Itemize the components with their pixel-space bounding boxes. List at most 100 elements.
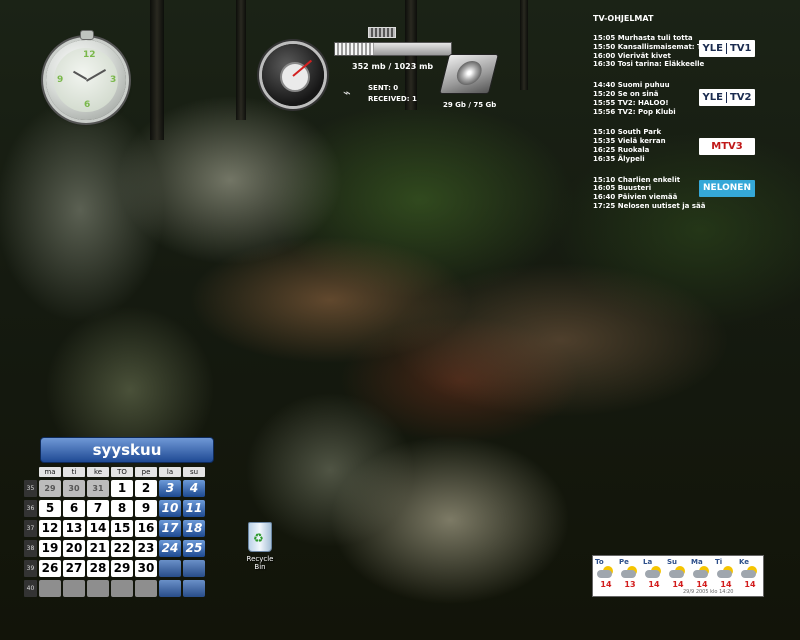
calendar-month[interactable]: syyskuu [40, 437, 214, 463]
weather-timestamp: 29/9 2005 klo 14:20 [683, 589, 734, 595]
calendar-day[interactable]: 13 [63, 520, 85, 537]
calendar-day[interactable]: 8 [111, 500, 133, 517]
program-line[interactable]: 15:05 Murhasta tuli totta [593, 34, 793, 43]
weather-day: Ti 14 [715, 558, 737, 589]
calendar-week-number: 38 [24, 540, 37, 557]
calendar-day[interactable]: 7 [87, 500, 109, 517]
calendar-day[interactable]: 10 [159, 500, 181, 517]
calendar-day[interactable]: 15 [111, 520, 133, 537]
sun-cloud-icon [739, 566, 761, 580]
calendar-day [183, 580, 205, 597]
cpu-gauge[interactable] [262, 44, 324, 106]
clock-number: 12 [83, 50, 96, 60]
program-line[interactable]: 15:50 Kansallismaisemat: Tapiola [593, 43, 793, 52]
tv-listings-gadget: TV-OHJELMAT 15:05 Murhasta tuli totta 15… [593, 14, 793, 223]
memory-text: 352 mb / 1023 mb [352, 62, 434, 71]
weather-day: Ma 14 [691, 558, 713, 589]
channel-block: 14:40 Suomi puhuu 15:20 Se on sinä 15:55… [593, 81, 793, 116]
calendar-day[interactable]: 2 [135, 480, 157, 497]
program-line[interactable]: 15:56 TV2: Pop Klubi [593, 108, 793, 117]
nelonen-logo[interactable]: NELONEN [699, 179, 755, 197]
program-line[interactable]: 16:35 Älypeli [593, 155, 793, 164]
program-line[interactable]: 15:10 Charlien enkelit [593, 176, 793, 185]
calendar-day[interactable]: 26 [39, 560, 61, 577]
logo-text: YLE [702, 92, 723, 104]
calendar-day[interactable]: 1 [111, 480, 133, 497]
calendar-day[interactable]: 19 [39, 540, 61, 557]
calendar-day[interactable]: 24 [159, 540, 181, 557]
recycle-bin[interactable]: ♻ Recycle Bin [240, 522, 280, 571]
weather-gadget[interactable]: To 14 Pe 13 La 14 Su 14 Ma 14 Ti 14 Ke 14 29/9 2005 k… [592, 555, 764, 597]
recycle-bin-icon: ♻ [248, 522, 272, 552]
clock-gadget[interactable]: 12 3 6 9 [46, 30, 126, 120]
calendar-day[interactable]: 12 [39, 520, 61, 537]
calendar-day[interactable]: 11 [183, 500, 205, 517]
calendar-day[interactable]: 29 [39, 480, 61, 497]
calendar-day[interactable]: 5 [39, 500, 61, 517]
clock-number: 3 [110, 75, 117, 85]
yle-tv1-logo[interactable]: YLE TV1 [699, 40, 755, 57]
calendar-day [39, 580, 61, 597]
program-line[interactable]: 14:40 Suomi puhuu [593, 81, 793, 90]
calendar-day[interactable]: 31 [87, 480, 109, 497]
network-icon: ⌁ [343, 86, 351, 101]
calendar-gadget: syyskuu ma ti ke TO pe la su 35 29 30 31 1 2 3 4 36 5 6 7 8… [24, 437, 218, 597]
sun-cloud-icon [619, 566, 641, 580]
program-line[interactable]: 16:30 Tosi tarina: Eläkkeelle [593, 60, 793, 69]
yle-tv2-logo[interactable]: YLE TV2 [699, 89, 755, 107]
calendar-week-number: 37 [24, 520, 37, 537]
calendar-day[interactable]: 23 [135, 540, 157, 557]
calendar-day[interactable]: 22 [111, 540, 133, 557]
calendar-day[interactable]: 3 [159, 480, 181, 497]
mtv3-logo[interactable]: MTV3 [699, 138, 755, 156]
weather-day-label: Pe [619, 558, 629, 566]
calendar-day[interactable]: 9 [135, 500, 157, 517]
calendar-day[interactable]: 18 [183, 520, 205, 537]
program-line[interactable]: 17:25 Nelosen uutiset ja sää [593, 202, 793, 211]
calendar-day[interactable]: 30 [63, 480, 85, 497]
calendar-week-number: 36 [24, 500, 37, 517]
calendar-day [183, 560, 205, 577]
calendar-day[interactable]: 4 [183, 480, 205, 497]
ram-icon [368, 27, 396, 38]
hard-disk-icon[interactable] [439, 54, 499, 94]
weather-temperature: 14 [720, 580, 732, 589]
calendar-day[interactable]: 16 [135, 520, 157, 537]
sun-cloud-icon [667, 566, 689, 580]
calendar-day[interactable]: 17 [159, 520, 181, 537]
program-line[interactable]: 16:05 Buusteri [593, 184, 793, 193]
calendar-day[interactable]: 21 [87, 540, 109, 557]
program-line[interactable]: 16:00 Vierivät kivet [593, 52, 793, 61]
program-line[interactable]: 16:25 Ruokala [593, 146, 793, 155]
weather-day-label: Ke [739, 558, 750, 566]
calendar-day[interactable]: 27 [63, 560, 85, 577]
channel-block: 15:10 Charlien enkelit 16:05 Buusteri 16… [593, 176, 793, 211]
calendar-day[interactable]: 28 [87, 560, 109, 577]
calendar-day [159, 560, 181, 577]
calendar-day[interactable]: 29 [111, 560, 133, 577]
weather-temperature: 14 [696, 580, 708, 589]
program-line[interactable]: 15:20 Se on sinä [593, 90, 793, 99]
logo-text: TV2 [729, 92, 752, 104]
weather-temperature: 14 [672, 580, 684, 589]
program-line[interactable]: 15:35 Vielä kerran [593, 137, 793, 146]
program-line[interactable]: 15:55 TV2: HALOO! [593, 99, 793, 108]
calendar-corner [24, 467, 37, 477]
tree-trunk [520, 0, 528, 90]
clock-crown [80, 30, 94, 40]
program-line[interactable]: 15:10 South Park [593, 128, 793, 137]
calendar-day[interactable]: 14 [87, 520, 109, 537]
logo-text: TV1 [729, 43, 752, 54]
calendar-day[interactable]: 20 [63, 540, 85, 557]
channel-block: 15:05 Murhasta tuli totta 15:50 Kansalli… [593, 34, 793, 69]
logo-text: MTV3 [711, 141, 743, 153]
calendar-grid: ma ti ke TO pe la su 35 29 30 31 1 2 3 4 36 5 6 7 8 9 10 11 37 1… [24, 467, 218, 597]
logo-text: YLE [702, 43, 723, 54]
calendar-day[interactable]: 25 [183, 540, 205, 557]
weather-day-label: Ti [715, 558, 723, 566]
sun-cloud-icon [595, 566, 617, 580]
program-line[interactable]: 16:40 Päivien viemää [593, 193, 793, 202]
sun-cloud-icon [643, 566, 665, 580]
calendar-day[interactable]: 6 [63, 500, 85, 517]
calendar-day[interactable]: 30 [135, 560, 157, 577]
